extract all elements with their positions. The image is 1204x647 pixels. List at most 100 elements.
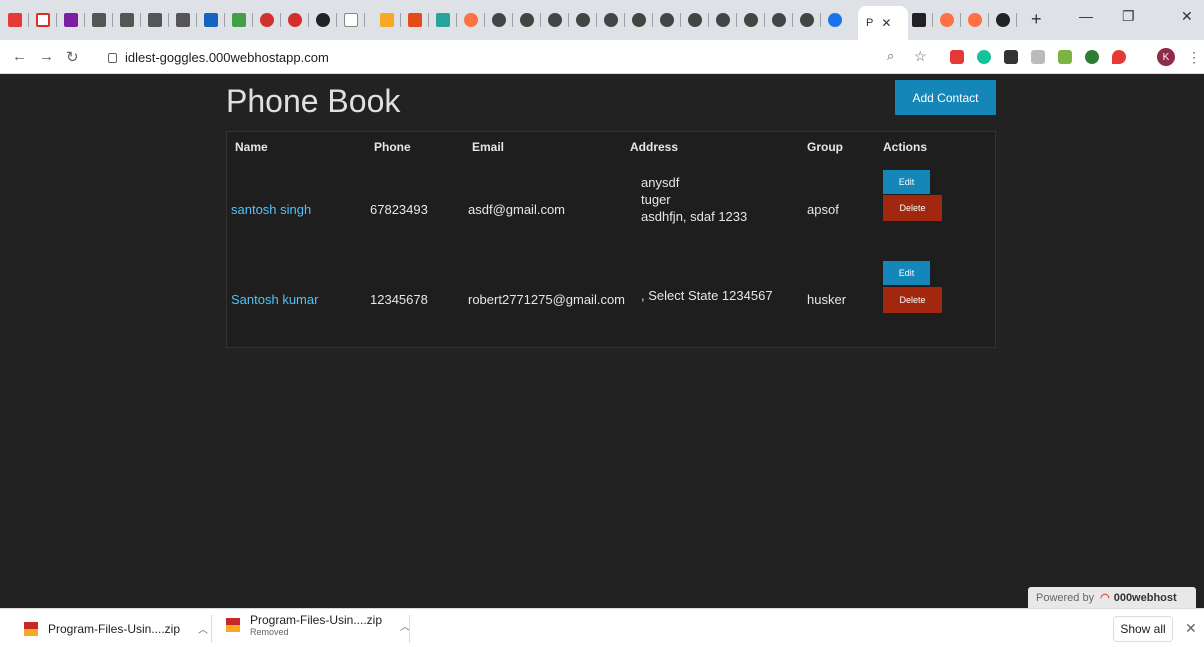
close-tab-icon[interactable]: ✕ [881,16,891,30]
tab-hourglass[interactable] [380,8,401,32]
shield-icon[interactable] [1112,50,1126,64]
address-line: tuger [641,192,671,207]
forward-icon[interactable]: → [39,48,54,65]
tab-cc-4[interactable] [176,8,197,32]
tab-dark[interactable] [912,8,933,32]
back-icon[interactable]: ← [12,48,27,65]
tab-red-1[interactable] [260,8,281,32]
tab-youtube[interactable] [8,8,29,32]
address-line: asdhfjn, sdaf 1233 [641,209,748,224]
contact-email: robert2771275@gmail.com [468,292,626,307]
download-info: Program-Files-Usin....zip Removed [250,613,382,637]
restore-icon[interactable]: ❐ [1122,8,1135,25]
tab-globe-12[interactable] [800,8,821,32]
delete-button[interactable]: Delete [883,195,942,221]
tab-cc-3[interactable] [148,8,169,32]
contact-phone: 67823493 [370,202,428,217]
col-header-address: Address [630,140,679,154]
tab-webhost-3[interactable] [968,8,989,32]
tab-globe-11[interactable] [772,8,793,32]
winrar-zip-icon [226,618,240,632]
edit-button[interactable]: Edit [883,261,930,285]
webhost-icon [968,13,982,27]
tab-globe-5[interactable] [604,8,625,32]
download-item[interactable]: Program-Files-Usin....zip ︿ [24,621,208,636]
chevron-up-icon[interactable]: ︿ [198,621,208,636]
page-content: Phone Book Add Contact Name Phone Email … [8,75,1196,608]
tab-globe-2[interactable] [520,8,541,32]
profile-avatar[interactable]: K [1157,48,1175,66]
menu-kebab-icon[interactable]: ⋮ [1187,49,1201,66]
tab-github-2[interactable] [996,8,1017,32]
cc-icon [176,13,190,27]
new-tab-button[interactable]: + [1031,9,1042,30]
tab-new[interactable] [344,8,365,32]
hourglass-icon [380,13,394,27]
divider [409,615,410,643]
globe-icon [520,13,534,27]
download-filename: Program-Files-Usin....zip [48,621,181,636]
contact-name-link[interactable]: Santosh kumar [231,292,318,307]
tab-globe-7[interactable] [660,8,681,32]
reload-icon[interactable]: ↻ [66,48,79,66]
col-header-name: Name [235,140,268,154]
tab-webhost-2[interactable] [940,8,961,32]
minimize-icon[interactable]: — [1079,8,1093,24]
gmail-icon [36,13,50,27]
tab-cc-2[interactable] [120,8,141,32]
tab-settings[interactable] [828,8,842,32]
edit-button[interactable]: Edit [883,170,930,194]
tab-gmail[interactable] [36,8,57,32]
tab-globe-4[interactable] [576,8,597,32]
tab-infinity[interactable] [204,8,225,32]
add-contact-button[interactable]: Add Contact [895,80,996,115]
webhost-logo-icon: ◠ [1100,592,1110,604]
globe-icon [660,13,674,27]
tab-globe-10[interactable] [744,8,765,32]
tab-arrow[interactable] [436,8,457,32]
tab-webhost-1[interactable] [464,8,485,32]
incognito-ext-icon[interactable] [1004,50,1018,64]
delete-button[interactable]: Delete [883,287,942,313]
tab-download-ext[interactable] [232,8,253,32]
grammarly-icon[interactable] [977,50,991,64]
powered-by-brand: 000webhost [1113,591,1177,604]
tab-list[interactable] [64,8,85,32]
tab-colorful[interactable] [408,8,429,32]
tab-globe-8[interactable] [688,8,709,32]
contact-group: apsof [807,202,839,217]
close-window-icon[interactable]: ✕ [1181,8,1193,25]
contact-name-link[interactable]: santosh singh [231,202,311,217]
download-item[interactable]: Program-Files-Usin....zip Removed ︿ [226,613,410,637]
col-header-actions: Actions [883,140,928,154]
lock-icon [108,53,117,63]
contact-address: anysdf tuger asdhfjn, sdaf 1233 [641,174,747,225]
pocket-icon[interactable] [950,50,964,64]
globe-icon [548,13,562,27]
show-all-button[interactable]: Show all [1113,616,1173,642]
red-circle-icon [260,13,274,27]
tab-active[interactable]: P ✕ [858,6,908,40]
tab-globe-3[interactable] [548,8,569,32]
red-circle-icon [288,13,302,27]
tab-globe-1[interactable] [492,8,513,32]
star-icon[interactable]: ☆ [914,48,927,65]
address-bar[interactable]: idlest-goggles.000webhostapp.com [108,45,938,69]
close-downloads-icon[interactable]: ✕ [1185,620,1197,637]
table-row: santosh singh 67823493 asdf@gmail.com an… [227,162,995,257]
page-title: Phone Book [226,83,401,119]
address-line: anysdf [641,175,680,190]
tab-github-1[interactable] [316,8,337,32]
tab-globe-9[interactable] [716,8,737,32]
zoom-icon[interactable]: ⌕ [887,48,894,64]
tab-red-2[interactable] [288,8,309,32]
download-ext-icon[interactable] [1058,50,1072,64]
webhost-icon [464,13,478,27]
contacts-table: Name Phone Email Address Group Actions s… [226,131,996,348]
tab-cc-1[interactable] [92,8,113,32]
contact-phone: 12345678 [370,292,428,307]
powered-by-badge[interactable]: Powered by ◠ 000webhost [1028,587,1196,608]
dashlane-icon[interactable] [1085,50,1099,64]
tab-globe-6[interactable] [632,8,653,32]
extension-icon[interactable] [1031,50,1045,64]
